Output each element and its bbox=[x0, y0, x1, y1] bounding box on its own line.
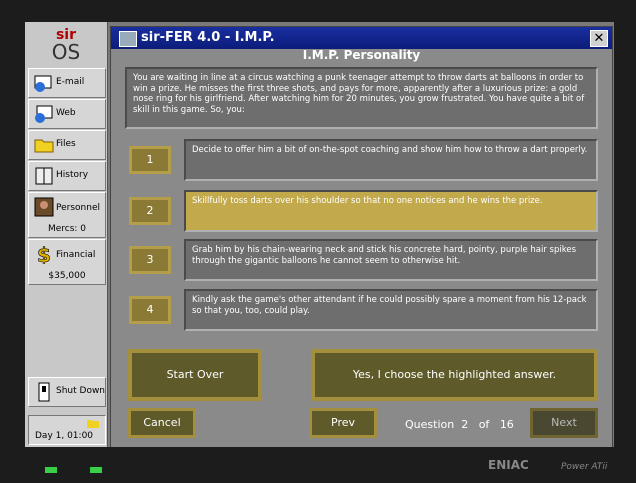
balance: $35,000 bbox=[48, 271, 86, 281]
monitor-bezel bbox=[0, 447, 636, 483]
of-label: of bbox=[478, 418, 490, 431]
answer-1-text[interactable]: Decide to offer him a bit of on-the-spot… bbox=[184, 139, 598, 181]
window-title: sir-FER 4.0 - I.M.P. bbox=[141, 30, 275, 45]
answer-2-button[interactable]: 2 bbox=[129, 197, 171, 225]
sidebar-item-web[interactable]: Web bbox=[28, 99, 106, 129]
question-counter: Question 2 of 16 bbox=[405, 418, 514, 431]
answer-2-text[interactable]: Skillfully toss darts over his shoulder … bbox=[184, 190, 598, 232]
svg-text:$: $ bbox=[37, 244, 51, 264]
book-icon bbox=[35, 167, 53, 185]
sidebar-item-label: Web bbox=[56, 108, 76, 118]
sidebar-item-label: History bbox=[56, 170, 89, 180]
sidebar-item-label: E-mail bbox=[56, 77, 85, 87]
sidebar-item-shutdown[interactable]: Shut Down bbox=[28, 377, 106, 407]
prev-button[interactable]: Prev bbox=[309, 408, 377, 438]
personnel-icon bbox=[34, 197, 54, 217]
power-led bbox=[45, 467, 57, 473]
question-label: Question bbox=[405, 418, 455, 431]
web-icon bbox=[35, 105, 53, 123]
answer-4-button[interactable]: 4 bbox=[129, 296, 171, 324]
logo-bottom: OS bbox=[51, 40, 81, 64]
question-number: 2 bbox=[461, 418, 469, 431]
answer-4-text[interactable]: Kindly ask the game's other attendant if… bbox=[184, 289, 598, 331]
date-text: Day 1, 01:00 bbox=[35, 431, 94, 441]
date-display: Day 1, 01:00 bbox=[28, 415, 106, 445]
question-text: You are waiting in line at a circus watc… bbox=[125, 67, 598, 129]
confirm-answer-button[interactable]: Yes, I choose the highlighted answer. bbox=[311, 349, 598, 401]
brand-model: Power ATii bbox=[561, 462, 608, 472]
brand-logo: ENIAC bbox=[488, 458, 529, 472]
answer-1-button[interactable]: 1 bbox=[129, 146, 171, 174]
sidebar-item-financial[interactable]: $ Financial $35,000 bbox=[28, 239, 106, 285]
dollar-icon: $ bbox=[37, 244, 52, 264]
sidebar-item-personnel[interactable]: Personnel Mercs: 0 bbox=[28, 192, 106, 238]
cancel-button[interactable]: Cancel bbox=[128, 408, 196, 438]
sidebar-item-label: Files bbox=[56, 139, 76, 149]
answer-3-button[interactable]: 3 bbox=[129, 246, 171, 274]
next-button[interactable]: Next bbox=[530, 408, 598, 438]
power-icon bbox=[38, 382, 50, 402]
answer-3-text[interactable]: Grab him by his chain-wearing neck and s… bbox=[184, 239, 598, 281]
imp-window: sir-FER 4.0 - I.M.P. ✕ I.M.P. Personalit… bbox=[110, 26, 613, 449]
sidebar-item-history[interactable]: History bbox=[28, 161, 106, 191]
title-bar[interactable]: sir-FER 4.0 - I.M.P. ✕ bbox=[111, 27, 612, 49]
email-icon bbox=[34, 75, 52, 92]
sidebar-item-files[interactable]: Files bbox=[28, 130, 106, 160]
start-over-button[interactable]: Start Over bbox=[128, 349, 262, 401]
sidebar: sir OS E-mail Web Files History Personne… bbox=[25, 22, 108, 447]
question-total: 16 bbox=[499, 418, 514, 431]
sir-os-logo: sir OS bbox=[25, 26, 107, 70]
close-button[interactable]: ✕ bbox=[590, 30, 608, 47]
sidebar-item-email[interactable]: E-mail bbox=[28, 68, 106, 98]
computer-icon bbox=[119, 31, 137, 47]
section-title: I.M.P. Personality bbox=[302, 48, 421, 62]
sidebar-item-label: Shut Down bbox=[56, 386, 106, 396]
small-folder-icon bbox=[87, 420, 99, 428]
sidebar-item-label: Financial bbox=[56, 250, 96, 260]
sidebar-item-label: Personnel bbox=[56, 203, 100, 213]
disk-led bbox=[90, 467, 102, 473]
mercs-count: Mercs: 0 bbox=[47, 224, 87, 234]
folder-icon bbox=[34, 139, 54, 153]
